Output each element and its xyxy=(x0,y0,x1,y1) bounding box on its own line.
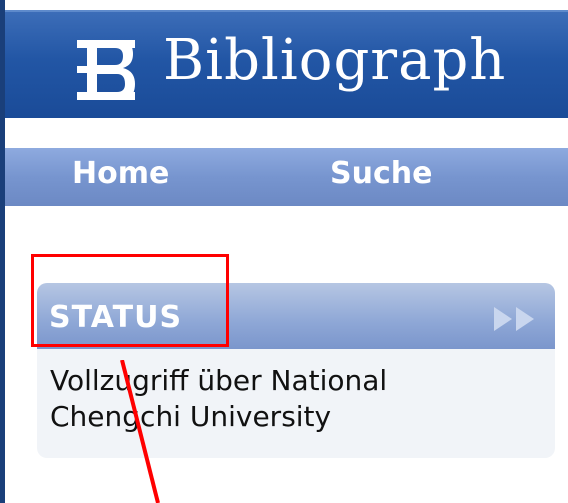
nav-home-link[interactable]: Home xyxy=(72,156,169,191)
nav-suche-link[interactable]: Suche xyxy=(330,156,432,191)
site-header: Bibliograph xyxy=(5,10,568,118)
site-title: Bibliograph xyxy=(163,28,507,93)
double-chevron-right-icon[interactable] xyxy=(492,305,542,333)
highlight-box xyxy=(31,254,229,347)
pointer-arrow xyxy=(120,360,160,503)
main-nav: Home Suche xyxy=(5,148,568,206)
b-logo-icon[interactable] xyxy=(75,38,137,102)
